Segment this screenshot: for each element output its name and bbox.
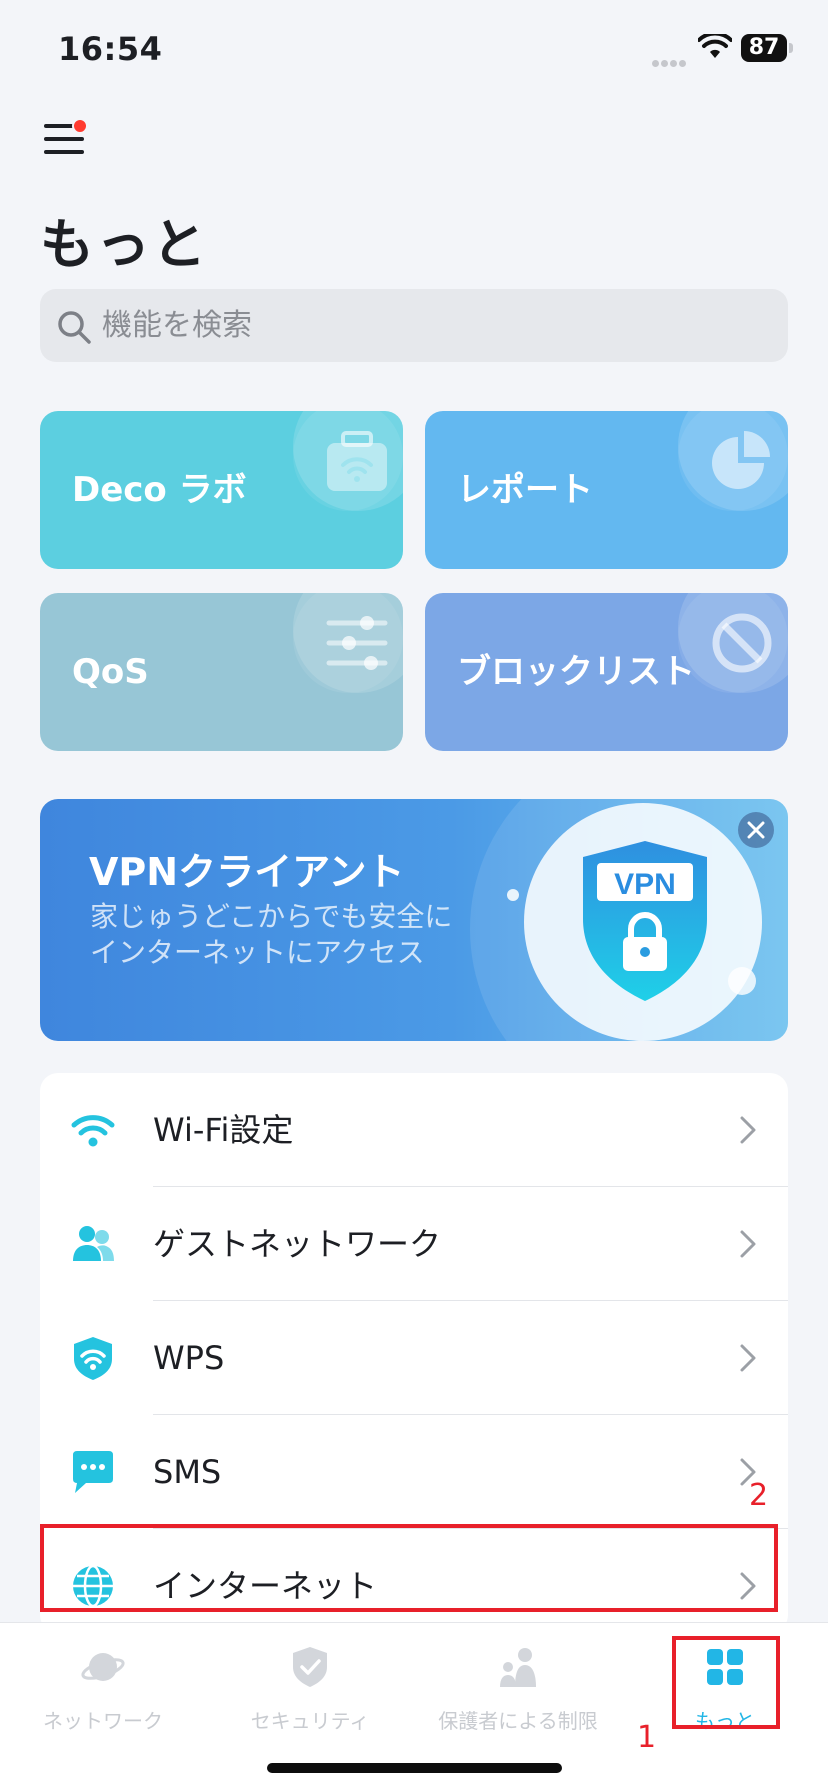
message-icon xyxy=(73,1451,113,1493)
list-item-guest-network[interactable]: ゲストネットワーク xyxy=(40,1187,788,1301)
tile-report-label: レポート xyxy=(457,470,593,510)
tab-security[interactable]: セキュリティ xyxy=(210,1643,410,1743)
list-item-wps[interactable]: WPS xyxy=(40,1301,788,1415)
tile-qos[interactable]: QoS xyxy=(40,593,403,751)
tab-label: ネットワーク xyxy=(43,1709,163,1733)
planet-icon xyxy=(81,1653,125,1681)
menu-button[interactable] xyxy=(42,118,88,160)
tile-report[interactable]: レポート xyxy=(425,411,788,569)
annotation-highlight-internet xyxy=(40,1524,778,1612)
vpn-badge-text: VPN xyxy=(614,868,676,901)
tab-network[interactable]: ネットワーク xyxy=(3,1643,203,1743)
battery-indicator: 87 xyxy=(741,34,787,62)
tile-deco-lab-label: Deco ラボ xyxy=(72,470,247,510)
annotation-highlight-more-tab xyxy=(672,1636,780,1729)
vpn-client-banner[interactable]: VPN VPNクライアント 家じゅうどこからでも安全にインターネットにアクセス xyxy=(40,799,788,1041)
tab-parental-controls[interactable]: 保護者による制限 xyxy=(418,1643,618,1743)
tile-blocklist-label: ブロックリスト xyxy=(457,652,695,692)
wifi-status-icon xyxy=(698,34,732,58)
wps-shield-icon xyxy=(74,1337,112,1380)
tile-qos-label: QoS xyxy=(72,652,149,692)
notification-badge xyxy=(72,118,88,134)
tile-deco-lab[interactable]: Deco ラボ xyxy=(40,411,403,569)
list-item-label: Wi-Fi設定 xyxy=(153,1111,294,1149)
family-icon xyxy=(500,1648,536,1687)
list-item-label: SMS xyxy=(153,1453,222,1491)
chevron-right-icon xyxy=(740,1344,756,1372)
search-bar[interactable] xyxy=(40,289,788,362)
home-indicator xyxy=(267,1763,562,1773)
cellular-signal-icon xyxy=(652,52,688,71)
page-title: もっと xyxy=(40,213,208,276)
battery-tip xyxy=(789,43,793,53)
list-item-sms[interactable]: SMS xyxy=(40,1415,788,1529)
sliders-icon xyxy=(326,616,388,670)
vpn-title: VPNクライアント xyxy=(89,850,405,894)
tab-label: 保護者による制限 xyxy=(438,1709,598,1733)
annotation-step-2: 2 xyxy=(749,1478,769,1513)
close-button[interactable] xyxy=(738,812,774,848)
tile-blocklist[interactable]: ブロックリスト xyxy=(425,593,788,751)
list-item-label: WPS xyxy=(153,1339,225,1377)
users-icon xyxy=(73,1226,114,1261)
search-input[interactable] xyxy=(102,289,762,362)
list-item-label: ゲストネットワーク xyxy=(153,1225,442,1263)
pie-chart-icon xyxy=(712,431,770,489)
vpn-description: 家じゅうどこからでも安全にインターネットにアクセス xyxy=(90,900,453,969)
shield-check-icon xyxy=(293,1647,327,1687)
chevron-right-icon xyxy=(740,1116,756,1144)
tab-label: セキュリティ xyxy=(250,1709,370,1733)
vpn-shield-icon: VPN xyxy=(583,841,707,1001)
wifi-icon xyxy=(71,1115,115,1147)
close-icon xyxy=(747,821,765,839)
block-icon xyxy=(712,613,772,673)
status-time: 16:54 xyxy=(58,30,163,68)
search-icon xyxy=(58,311,91,344)
annotation-step-1: 1 xyxy=(637,1720,657,1755)
list-item-wifi-settings[interactable]: Wi-Fi設定 xyxy=(40,1073,788,1187)
chevron-right-icon xyxy=(740,1230,756,1258)
status-bar: 16:54 87 xyxy=(0,0,828,100)
toolbox-wifi-icon xyxy=(327,431,387,491)
